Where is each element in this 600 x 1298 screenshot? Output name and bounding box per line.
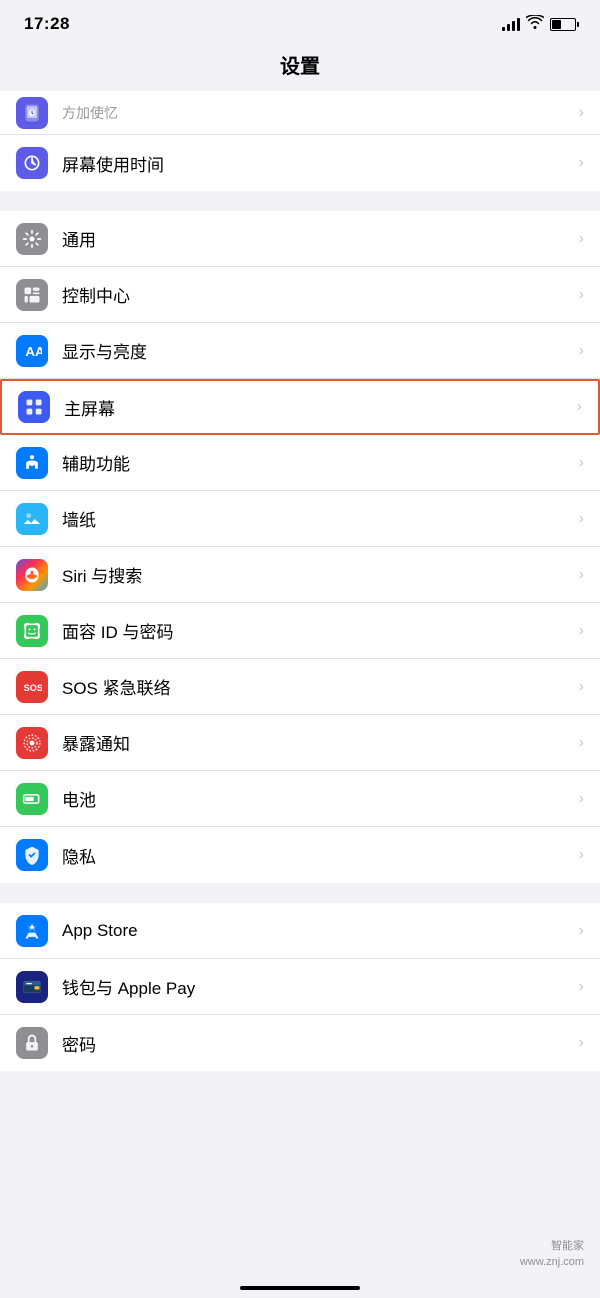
list-item-privacy[interactable]: 隐私 › [0, 827, 600, 883]
exposure-label: 暴露通知 [62, 730, 571, 755]
privacy-label: 隐私 [62, 843, 571, 868]
chevron-icon: › [579, 734, 584, 752]
list-item-exposure[interactable]: 暴露通知 › [0, 715, 600, 771]
general-icon [16, 223, 48, 255]
screentime-label: 方加使忆 [62, 103, 571, 123]
siri-label: Siri 与搜索 [62, 562, 571, 587]
chevron-icon: › [579, 1034, 584, 1052]
chevron-icon: › [579, 922, 584, 940]
appstore-label: App Store [62, 921, 571, 941]
section-top-partial: 方加使忆 › 屏幕使用时间 › [0, 91, 600, 191]
appstore-icon [16, 915, 48, 947]
battery-icon2 [16, 783, 48, 815]
home-icon [18, 391, 50, 423]
watermark: 智能家 www.znj.com [520, 1239, 584, 1270]
list-item-battery[interactable]: 电池 › [0, 771, 600, 827]
display-icon: AA [16, 335, 48, 367]
sos-icon: SOS [16, 671, 48, 703]
status-bar: 17:28 [0, 0, 600, 42]
siri-icon [16, 559, 48, 591]
list-item-home[interactable]: 主屏幕 › [0, 379, 600, 435]
battery-label: 电池 [62, 786, 571, 811]
svg-text:SOS: SOS [24, 683, 42, 693]
display-label: 显示与亮度 [62, 338, 571, 363]
list-item-screentime[interactable]: 屏幕使用时间 › [0, 135, 600, 191]
privacy-icon [16, 839, 48, 871]
settings-list-apps: App Store › 钱包与 Apple Pay › [0, 903, 600, 1071]
status-icons [502, 15, 576, 33]
wallpaper-icon [16, 503, 48, 535]
list-item[interactable]: 方加使忆 › [0, 91, 600, 135]
settings-list-partial: 方加使忆 › 屏幕使用时间 › [0, 91, 600, 191]
list-item-faceid[interactable]: 面容 ID 与密码 › [0, 603, 600, 659]
list-item-wallet[interactable]: 钱包与 Apple Pay › [0, 959, 600, 1015]
chevron-icon: › [577, 398, 582, 416]
chevron-icon: › [579, 790, 584, 808]
wifi-icon [526, 15, 544, 33]
settings-list-main: 通用 › 控制中心 › AA [0, 211, 600, 883]
chevron-icon: › [579, 566, 584, 584]
screentime2-icon [16, 147, 48, 179]
section-main: 通用 › 控制中心 › AA [0, 211, 600, 883]
list-item-accessibility[interactable]: 辅助功能 › [0, 435, 600, 491]
list-item-appstore[interactable]: App Store › [0, 903, 600, 959]
list-item-siri[interactable]: Siri 与搜索 › [0, 547, 600, 603]
password-label: 密码 [62, 1031, 571, 1056]
exposure-icon [16, 727, 48, 759]
home-indicator [240, 1286, 360, 1290]
faceid-icon [16, 615, 48, 647]
control-label: 控制中心 [62, 282, 571, 307]
battery-icon [550, 18, 576, 31]
chevron-icon: › [579, 154, 584, 172]
chevron-icon: › [579, 104, 584, 122]
general-label: 通用 [62, 226, 571, 251]
list-item-password[interactable]: 密码 › [0, 1015, 600, 1071]
list-item-wallpaper[interactable]: 墙纸 › [0, 491, 600, 547]
control-icon [16, 279, 48, 311]
screentime-label2: 屏幕使用时间 [62, 151, 571, 176]
sos-label: SOS 紧急联络 [62, 674, 571, 699]
wallet-icon [16, 971, 48, 1003]
home-label: 主屏幕 [64, 395, 569, 420]
accessibility-icon [16, 447, 48, 479]
svg-text:AA: AA [25, 344, 42, 359]
chevron-icon: › [579, 286, 584, 304]
section-apps: App Store › 钱包与 Apple Pay › [0, 903, 600, 1071]
chevron-icon: › [579, 622, 584, 640]
accessibility-label: 辅助功能 [62, 450, 571, 475]
screentime-icon [16, 97, 48, 129]
watermark-line2: www.znj.com [520, 1255, 584, 1270]
faceid-label: 面容 ID 与密码 [62, 618, 571, 643]
list-item-sos[interactable]: SOS SOS 紧急联络 › [0, 659, 600, 715]
password-icon [16, 1027, 48, 1059]
chevron-icon: › [579, 678, 584, 696]
chevron-icon: › [579, 230, 584, 248]
signal-bars-icon [502, 17, 520, 31]
list-item-control[interactable]: 控制中心 › [0, 267, 600, 323]
list-item-general[interactable]: 通用 › [0, 211, 600, 267]
list-item-display[interactable]: AA 显示与亮度 › [0, 323, 600, 379]
wallpaper-label: 墙纸 [62, 506, 571, 531]
chevron-icon: › [579, 510, 584, 528]
chevron-icon: › [579, 454, 584, 472]
chevron-icon: › [579, 978, 584, 996]
chevron-icon: › [579, 846, 584, 864]
status-time: 17:28 [24, 14, 70, 34]
watermark-line1: 智能家 [520, 1239, 584, 1254]
wallet-label: 钱包与 Apple Pay [62, 974, 571, 999]
chevron-icon: › [579, 342, 584, 360]
page-title: 设置 [0, 42, 600, 91]
